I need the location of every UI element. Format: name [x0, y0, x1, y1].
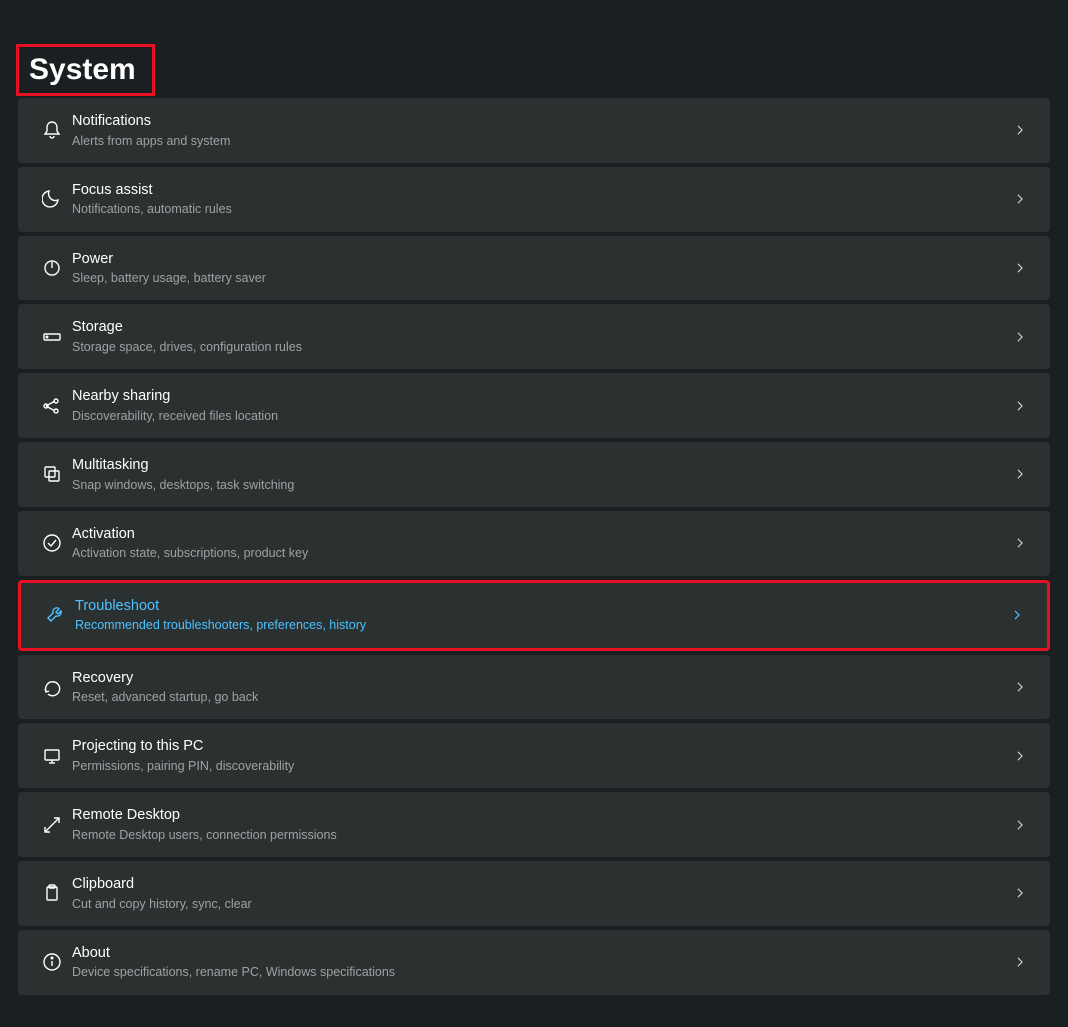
settings-item-subtitle: Recommended troubleshooters, preferences…	[75, 617, 1005, 633]
settings-item-subtitle: Device specifications, rename PC, Window…	[72, 964, 1008, 980]
page-title: System	[29, 53, 136, 87]
settings-item-notifications[interactable]: NotificationsAlerts from apps and system	[18, 98, 1050, 163]
project-icon	[32, 746, 72, 766]
settings-item-text: TroubleshootRecommended troubleshooters,…	[75, 597, 1005, 634]
chevron-right-icon	[1008, 536, 1032, 550]
settings-item-multitasking[interactable]: MultitaskingSnap windows, desktops, task…	[18, 442, 1050, 507]
settings-item-title: Notifications	[72, 112, 1008, 132]
settings-item-title: Remote Desktop	[72, 806, 1008, 826]
settings-item-subtitle: Permissions, pairing PIN, discoverabilit…	[72, 758, 1008, 774]
settings-item-title: Recovery	[72, 669, 1008, 689]
chevron-right-icon	[1008, 680, 1032, 694]
settings-item-recovery[interactable]: RecoveryReset, advanced startup, go back	[18, 655, 1050, 720]
chevron-right-icon	[1008, 399, 1032, 413]
settings-item-text: Focus assistNotifications, automatic rul…	[72, 181, 1008, 218]
settings-item-activation[interactable]: ActivationActivation state, subscription…	[18, 511, 1050, 576]
settings-item-text: Remote DesktopRemote Desktop users, conn…	[72, 806, 1008, 843]
page-title-highlight: System	[16, 44, 155, 96]
chevron-right-icon	[1008, 330, 1032, 344]
settings-item-subtitle: Cut and copy history, sync, clear	[72, 896, 1008, 912]
settings-item-focus-assist[interactable]: Focus assistNotifications, automatic rul…	[18, 167, 1050, 232]
settings-item-projecting[interactable]: Projecting to this PCPermissions, pairin…	[18, 723, 1050, 788]
settings-item-text: ActivationActivation state, subscription…	[72, 525, 1008, 562]
info-icon	[32, 952, 72, 972]
settings-item-subtitle: Reset, advanced startup, go back	[72, 689, 1008, 705]
settings-item-title: Focus assist	[72, 181, 1008, 201]
settings-item-text: AboutDevice specifications, rename PC, W…	[72, 944, 1008, 981]
chevron-right-icon	[1008, 955, 1032, 969]
share-icon	[32, 396, 72, 416]
settings-item-text: StorageStorage space, drives, configurat…	[72, 318, 1008, 355]
settings-item-power[interactable]: PowerSleep, battery usage, battery saver	[18, 236, 1050, 301]
settings-item-subtitle: Discoverability, received files location	[72, 408, 1008, 424]
settings-item-title: Multitasking	[72, 456, 1008, 476]
chevron-right-icon	[1008, 467, 1032, 481]
settings-item-title: Clipboard	[72, 875, 1008, 895]
settings-item-troubleshoot[interactable]: TroubleshootRecommended troubleshooters,…	[18, 580, 1050, 651]
chevron-right-icon	[1008, 886, 1032, 900]
settings-item-subtitle: Storage space, drives, configuration rul…	[72, 339, 1008, 355]
settings-item-subtitle: Notifications, automatic rules	[72, 201, 1008, 217]
check-circle-icon	[32, 533, 72, 553]
wrench-icon	[35, 605, 75, 625]
chevron-right-icon	[1008, 749, 1032, 763]
settings-item-title: Nearby sharing	[72, 387, 1008, 407]
chevron-right-icon	[1005, 608, 1029, 622]
settings-item-title: Activation	[72, 525, 1008, 545]
settings-item-text: PowerSleep, battery usage, battery saver	[72, 250, 1008, 287]
bell-icon	[32, 120, 72, 140]
moon-icon	[32, 189, 72, 209]
settings-item-subtitle: Activation state, subscriptions, product…	[72, 545, 1008, 561]
settings-item-subtitle: Sleep, battery usage, battery saver	[72, 270, 1008, 286]
power-icon	[32, 258, 72, 278]
settings-item-text: ClipboardCut and copy history, sync, cle…	[72, 875, 1008, 912]
settings-item-subtitle: Alerts from apps and system	[72, 133, 1008, 149]
settings-item-text: RecoveryReset, advanced startup, go back	[72, 669, 1008, 706]
clipboard-icon	[32, 883, 72, 903]
settings-item-title: Projecting to this PC	[72, 737, 1008, 757]
settings-item-about[interactable]: AboutDevice specifications, rename PC, W…	[18, 930, 1050, 995]
windows-icon	[32, 464, 72, 484]
chevron-right-icon	[1008, 818, 1032, 832]
drive-icon	[32, 327, 72, 347]
settings-item-title: About	[72, 944, 1008, 964]
settings-item-title: Power	[72, 250, 1008, 270]
settings-item-text: Projecting to this PCPermissions, pairin…	[72, 737, 1008, 774]
recovery-icon	[32, 677, 72, 697]
settings-item-text: Nearby sharingDiscoverability, received …	[72, 387, 1008, 424]
chevron-right-icon	[1008, 261, 1032, 275]
chevron-right-icon	[1008, 123, 1032, 137]
settings-item-clipboard[interactable]: ClipboardCut and copy history, sync, cle…	[18, 861, 1050, 926]
chevron-right-icon	[1008, 192, 1032, 206]
settings-item-title: Troubleshoot	[75, 597, 1005, 617]
settings-item-text: MultitaskingSnap windows, desktops, task…	[72, 456, 1008, 493]
settings-item-storage[interactable]: StorageStorage space, drives, configurat…	[18, 304, 1050, 369]
settings-item-nearby-sharing[interactable]: Nearby sharingDiscoverability, received …	[18, 373, 1050, 438]
settings-item-subtitle: Snap windows, desktops, task switching	[72, 477, 1008, 493]
settings-item-text: NotificationsAlerts from apps and system	[72, 112, 1008, 149]
remote-icon	[32, 815, 72, 835]
settings-item-subtitle: Remote Desktop users, connection permiss…	[72, 827, 1008, 843]
settings-item-title: Storage	[72, 318, 1008, 338]
settings-items-list: NotificationsAlerts from apps and system…	[0, 98, 1068, 1013]
settings-item-remote-desktop[interactable]: Remote DesktopRemote Desktop users, conn…	[18, 792, 1050, 857]
